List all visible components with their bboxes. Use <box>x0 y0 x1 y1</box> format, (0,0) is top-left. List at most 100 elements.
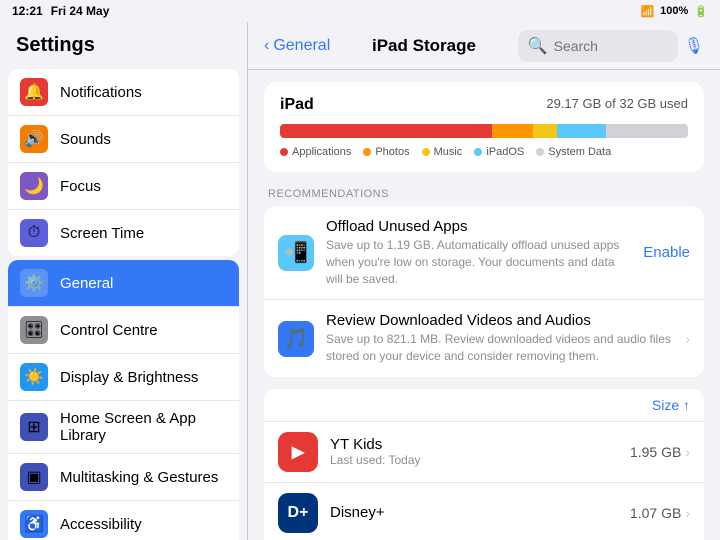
legend-music: Music <box>422 146 463 158</box>
sort-row: Size ↑ <box>264 389 704 422</box>
sidebar-icon-accessibility: ♿ <box>20 510 48 538</box>
sidebar-item-sounds[interactable]: 🔊 Sounds <box>8 116 239 163</box>
sidebar-label-multitasking: Multitasking & Gestures <box>60 469 218 486</box>
storage-card: iPad 29.17 GB of 32 GB used Applications… <box>264 82 704 172</box>
sidebar: Settings 🔔 Notifications 🔊 Sounds 🌙 Focu… <box>0 22 248 540</box>
battery-icon: 🔋 <box>694 5 708 18</box>
sidebar-group: 🔔 Notifications 🔊 Sounds 🌙 Focus ⏱ Scree… <box>8 69 239 256</box>
nav-back-button[interactable]: ‹ General <box>264 37 330 55</box>
sidebar-label-accessibility: Accessibility <box>60 516 142 533</box>
app-row-disney[interactable]: D+ Disney+ 1.07 GB › <box>264 483 704 540</box>
sidebar-item-focus[interactable]: 🌙 Focus <box>8 163 239 210</box>
rec-item-review-videos[interactable]: 🎵 Review Downloaded Videos and Audios Sa… <box>264 300 704 377</box>
rec-title-review-videos: Review Downloaded Videos and Audios <box>326 312 673 329</box>
storage-segment-ipados <box>557 124 606 138</box>
rec-content-review-videos: Review Downloaded Videos and Audios Save… <box>326 312 673 365</box>
sidebar-title: Settings <box>0 22 247 65</box>
search-icon: 🔍 <box>528 36 548 56</box>
storage-device-label: iPad <box>280 96 314 114</box>
sidebar-label-focus: Focus <box>60 178 101 195</box>
legend-dot <box>474 148 482 156</box>
legend-photos: Photos <box>363 146 409 158</box>
rec-icon-review-videos: 🎵 <box>278 321 314 357</box>
search-box[interactable]: 🔍 <box>518 30 678 62</box>
sidebar-label-notifications: Notifications <box>60 84 142 101</box>
content-scroll: iPad 29.17 GB of 32 GB used Applications… <box>248 70 720 540</box>
sidebar-icon-multitasking: ▣ <box>20 463 48 491</box>
storage-segment-photos <box>492 124 533 138</box>
microphone-icon[interactable]: 🎙 <box>684 36 704 56</box>
sidebar-item-accessibility[interactable]: ♿ Accessibility <box>8 501 239 540</box>
legend-system-data: System Data <box>536 146 611 158</box>
sort-button[interactable]: Size ↑ <box>652 397 690 413</box>
status-date: Fri 24 May <box>51 4 110 18</box>
storage-used-label: 29.17 GB of 32 GB used <box>546 96 688 114</box>
storage-segment-system-data <box>606 124 688 138</box>
app-icon-disney: D+ <box>278 493 318 533</box>
chevron-left-icon: ‹ <box>264 37 269 55</box>
rec-desc-offload: Save up to 1.19 GB. Automatically offloa… <box>326 237 631 287</box>
app-chevron-disney: › <box>685 505 690 521</box>
app-chevron-ytkids: › <box>685 444 690 460</box>
app-used-ytkids: Last used: Today <box>330 453 618 467</box>
app-info-disney: Disney+ <box>330 504 618 521</box>
app-size-area-ytkids: 1.95 GB › <box>630 444 690 460</box>
app-name-disney: Disney+ <box>330 504 618 521</box>
app-icon-ytkids: ▶ <box>278 432 318 472</box>
sidebar-item-home-screen[interactable]: ⊞ Home Screen & App Library <box>8 401 239 454</box>
app-info-ytkids: YT Kids Last used: Today <box>330 436 618 467</box>
legend-dot <box>536 148 544 156</box>
search-input[interactable] <box>554 38 668 54</box>
sidebar-label-home-screen: Home Screen & App Library <box>60 410 227 444</box>
sidebar-label-general: General <box>60 275 113 292</box>
sidebar-item-multitasking[interactable]: ▣ Multitasking & Gestures <box>8 454 239 501</box>
storage-legend: Applications Photos Music iPadOS System Data <box>280 146 688 158</box>
sidebar-label-display: Display & Brightness <box>60 369 198 386</box>
nav-back-label: General <box>273 37 330 55</box>
sidebar-icon-sounds: 🔊 <box>20 125 48 153</box>
rec-icon-offload: 📲 <box>278 235 314 271</box>
sidebar-item-general[interactable]: ⚙️ General <box>8 260 239 307</box>
content-area: ‹ General iPad Storage 🔍 🎙 iPad 29.17 GB… <box>248 22 720 540</box>
sidebar-label-control-centre: Control Centre <box>60 322 158 339</box>
app-name-ytkids: YT Kids <box>330 436 618 453</box>
rec-action-offload[interactable]: Enable <box>643 244 690 261</box>
wifi-icon: 📶 <box>640 5 654 18</box>
legend-dot <box>422 148 430 156</box>
legend-dot <box>280 148 288 156</box>
sidebar-icon-control-centre: 🎛 <box>20 316 48 344</box>
app-size-disney: 1.07 GB <box>630 505 681 521</box>
sidebar-icon-notifications: 🔔 <box>20 78 48 106</box>
sidebar-icon-general: ⚙️ <box>20 269 48 297</box>
legend-dot <box>363 148 371 156</box>
sidebar-icon-home-screen: ⊞ <box>20 413 48 441</box>
rec-content-offload: Offload Unused Apps Save up to 1.19 GB. … <box>326 218 631 287</box>
recommendations-label: RECOMMENDATIONS <box>264 188 704 200</box>
legend-applications: Applications <box>280 146 351 158</box>
sidebar-item-display[interactable]: ☀️ Display & Brightness <box>8 354 239 401</box>
sidebar-icon-screen-time: ⏱ <box>20 219 48 247</box>
nav-title: iPad Storage <box>330 36 517 56</box>
battery-level: 100% <box>660 5 688 17</box>
recommendations-card: 📲 Offload Unused Apps Save up to 1.19 GB… <box>264 206 704 377</box>
app-list-card: Size ↑ ▶ YT Kids Last used: Today 1.95 G… <box>264 389 704 540</box>
storage-segment-music <box>533 124 557 138</box>
sidebar-item-control-centre[interactable]: 🎛 Control Centre <box>8 307 239 354</box>
nav-bar: ‹ General iPad Storage 🔍 🎙 <box>248 22 720 70</box>
storage-header: iPad 29.17 GB of 32 GB used <box>280 96 688 114</box>
storage-segment-applications <box>280 124 492 138</box>
app-row-ytkids[interactable]: ▶ YT Kids Last used: Today 1.95 GB › <box>264 422 704 483</box>
main-layout: Settings 🔔 Notifications 🔊 Sounds 🌙 Focu… <box>0 22 720 540</box>
rec-title-offload: Offload Unused Apps <box>326 218 631 235</box>
storage-bar <box>280 124 688 138</box>
sidebar-label-sounds: Sounds <box>60 131 111 148</box>
sidebar-icon-display: ☀️ <box>20 363 48 391</box>
legend-ipados: iPadOS <box>474 146 524 158</box>
sidebar-group: ⚙️ General 🎛 Control Centre ☀️ Display &… <box>8 260 239 540</box>
chevron-right-icon: › <box>685 331 690 347</box>
status-bar: 12:21 Fri 24 May 📶 100% 🔋 <box>0 0 720 22</box>
app-size-area-disney: 1.07 GB › <box>630 505 690 521</box>
sidebar-item-screen-time[interactable]: ⏱ Screen Time <box>8 210 239 256</box>
rec-item-offload[interactable]: 📲 Offload Unused Apps Save up to 1.19 GB… <box>264 206 704 300</box>
sidebar-item-notifications[interactable]: 🔔 Notifications <box>8 69 239 116</box>
